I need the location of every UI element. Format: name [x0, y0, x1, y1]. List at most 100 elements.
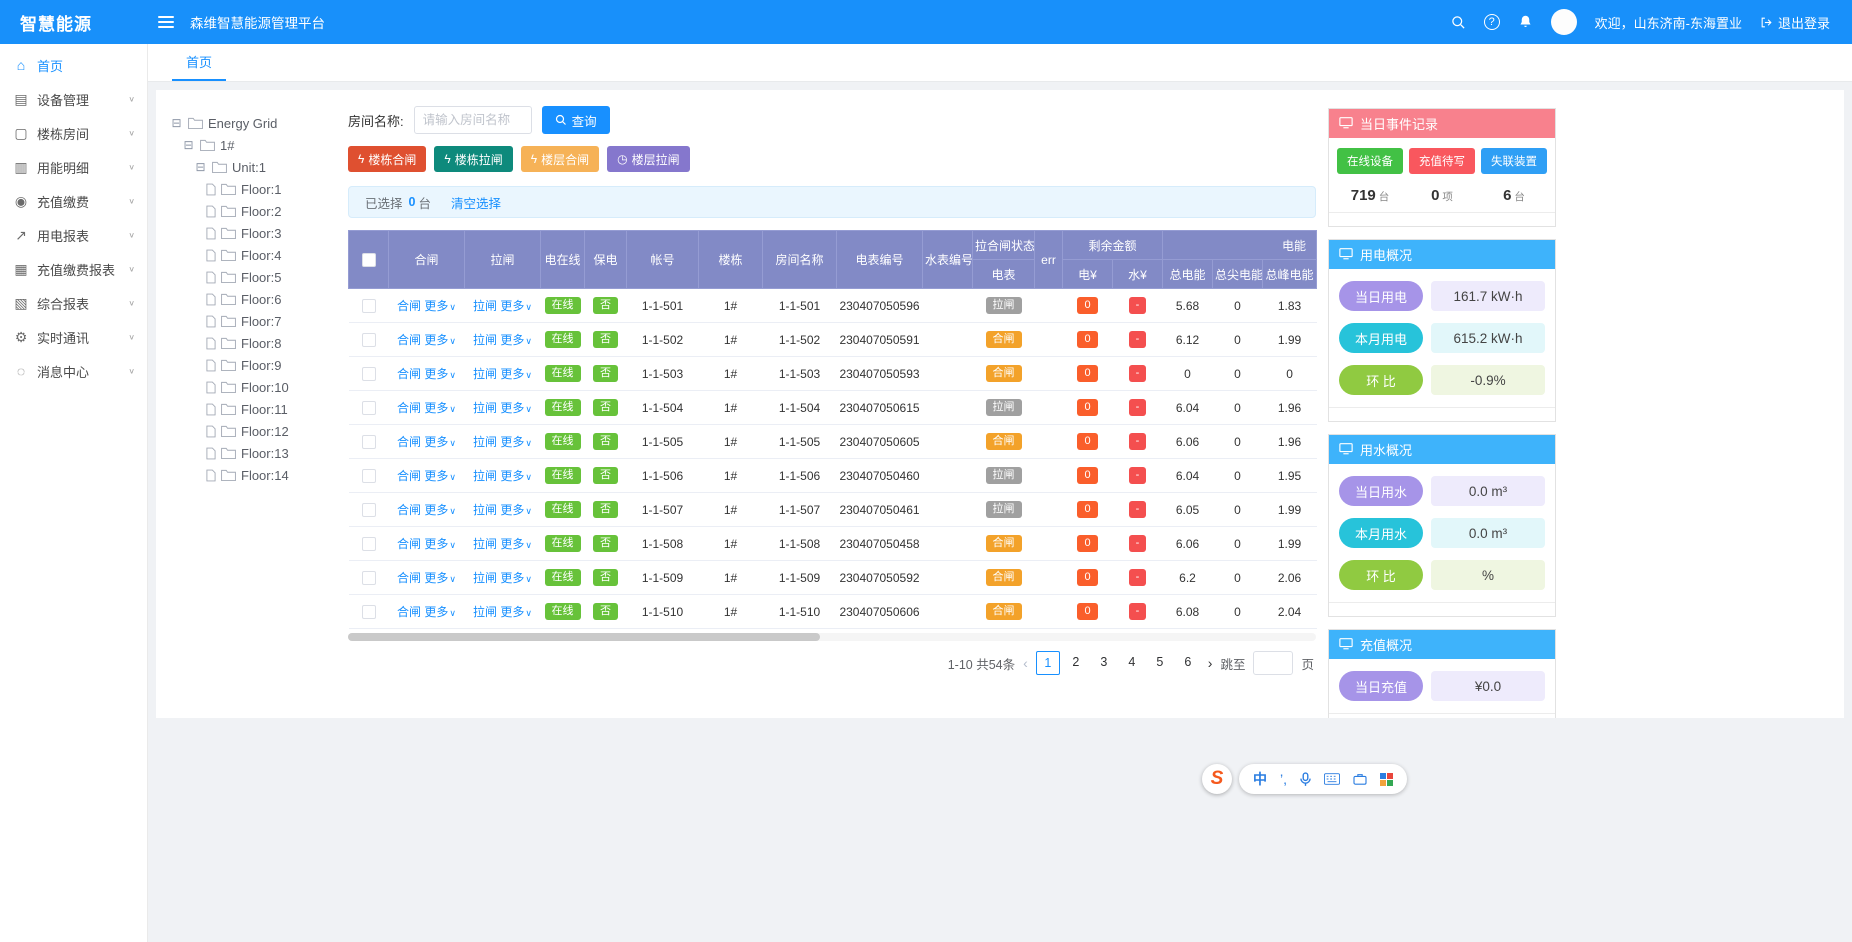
tree-node-floor-13[interactable]: Floor:13 — [170, 442, 348, 464]
sidebar-item-elec-report[interactable]: ↗ 用电报表 ∨ — [0, 218, 147, 252]
row-checkbox[interactable] — [362, 605, 376, 619]
close-action-link[interactable]: 合闸 — [397, 537, 421, 551]
action-button-floor-open[interactable]: ◷ 楼层拉闸 — [607, 146, 690, 172]
open-action-link[interactable]: 拉闸 — [473, 571, 497, 585]
tree-node-unit-1[interactable]: ⊟ Unit:1 — [170, 156, 348, 178]
logout-button[interactable]: 退出登录 — [1760, 13, 1830, 32]
close-action-link[interactable]: 合闸 — [397, 503, 421, 517]
close-more-link[interactable]: 更多 — [424, 469, 456, 483]
close-more-link[interactable]: 更多 — [424, 367, 456, 381]
close-more-link[interactable]: 更多 — [424, 571, 456, 585]
close-more-link[interactable]: 更多 — [424, 605, 456, 619]
tree-node-floor-5[interactable]: Floor:5 — [170, 266, 348, 288]
page-button-5[interactable]: 5 — [1148, 651, 1172, 675]
ime-punctuation-toggle[interactable]: ’, — [1280, 771, 1287, 787]
clear-selection-link[interactable]: 清空选择 — [451, 193, 501, 212]
page-button-6[interactable]: 6 — [1176, 651, 1200, 675]
open-more-link[interactable]: 更多 — [500, 605, 532, 619]
microphone-icon[interactable] — [1300, 772, 1311, 787]
sidebar-item-realtime[interactable]: ⚙ 实时通讯 ∨ — [0, 320, 147, 354]
open-more-link[interactable]: 更多 — [500, 571, 532, 585]
open-more-link[interactable]: 更多 — [500, 537, 532, 551]
horizontal-scrollbar-thumb[interactable] — [348, 633, 820, 641]
open-action-link[interactable]: 拉闸 — [473, 299, 497, 313]
row-checkbox[interactable] — [362, 435, 376, 449]
close-more-link[interactable]: 更多 — [424, 435, 456, 449]
tree-node-building-1[interactable]: ⊟ 1# — [170, 134, 348, 156]
open-action-link[interactable]: 拉闸 — [473, 401, 497, 415]
page-button-4[interactable]: 4 — [1120, 651, 1144, 675]
close-action-link[interactable]: 合闸 — [397, 571, 421, 585]
sidebar-item-recharge[interactable]: ◉ 充值缴费 ∨ — [0, 184, 147, 218]
select-all-checkbox[interactable] — [362, 253, 376, 267]
close-action-link[interactable]: 合闸 — [397, 401, 421, 415]
open-action-link[interactable]: 拉闸 — [473, 469, 497, 483]
row-checkbox[interactable] — [362, 537, 376, 551]
open-action-link[interactable]: 拉闸 — [473, 537, 497, 551]
tree-node-floor-6[interactable]: Floor:6 — [170, 288, 348, 310]
ime-logo-icon[interactable]: S — [1202, 764, 1232, 794]
tree-node-floor-9[interactable]: Floor:9 — [170, 354, 348, 376]
tree-node-floor-12[interactable]: Floor:12 — [170, 420, 348, 442]
search-button[interactable]: 查询 — [542, 106, 610, 134]
page-button-1[interactable]: 1 — [1036, 651, 1060, 675]
tree-node-floor-4[interactable]: Floor:4 — [170, 244, 348, 266]
collapse-icon[interactable]: ⊟ — [194, 160, 207, 174]
close-more-link[interactable]: 更多 — [424, 503, 456, 517]
tree-node-floor-14[interactable]: Floor:14 — [170, 464, 348, 486]
search-icon[interactable] — [1451, 15, 1466, 30]
avatar[interactable] — [1551, 9, 1577, 35]
close-action-link[interactable]: 合闸 — [397, 367, 421, 381]
sidebar-item-summary-report[interactable]: ▧ 综合报表 ∨ — [0, 286, 147, 320]
tree-node-floor-3[interactable]: Floor:3 — [170, 222, 348, 244]
action-button-floor-close[interactable]: ϟ 楼层合闸 — [521, 146, 599, 172]
help-icon[interactable]: ? — [1484, 14, 1500, 30]
open-action-link[interactable]: 拉闸 — [473, 435, 497, 449]
open-action-link[interactable]: 拉闸 — [473, 367, 497, 381]
open-action-link[interactable]: 拉闸 — [473, 605, 497, 619]
close-more-link[interactable]: 更多 — [424, 333, 456, 347]
action-button-building-open[interactable]: ϟ 楼栋拉闸 — [434, 146, 512, 172]
row-checkbox[interactable] — [362, 469, 376, 483]
close-action-link[interactable]: 合闸 — [397, 299, 421, 313]
tree-node-floor-7[interactable]: Floor:7 — [170, 310, 348, 332]
sidebar-item-home[interactable]: ⌂ 首页 ∨ — [0, 48, 147, 82]
row-checkbox[interactable] — [362, 367, 376, 381]
sidebar-item-device[interactable]: ▤ 设备管理 ∨ — [0, 82, 147, 116]
open-more-link[interactable]: 更多 — [500, 299, 532, 313]
row-checkbox[interactable] — [362, 571, 376, 585]
sidebar-item-recharge-report[interactable]: ▦ 充值缴费报表 ∨ — [0, 252, 147, 286]
action-button-building-close[interactable]: ϟ 楼栋合闸 — [348, 146, 426, 172]
close-action-link[interactable]: 合闸 — [397, 469, 421, 483]
next-page-button[interactable]: › — [1208, 655, 1213, 671]
tree-node-floor-8[interactable]: Floor:8 — [170, 332, 348, 354]
sidebar-item-message[interactable]: ◌ 消息中心 ∨ — [0, 354, 147, 388]
page-button-3[interactable]: 3 — [1092, 651, 1116, 675]
tree-node-floor-2[interactable]: Floor:2 — [170, 200, 348, 222]
sidebar-collapse-icon[interactable] — [158, 16, 174, 28]
close-action-link[interactable]: 合闸 — [397, 605, 421, 619]
open-more-link[interactable]: 更多 — [500, 503, 532, 517]
app-grid-icon[interactable] — [1380, 773, 1393, 786]
tab-home[interactable]: 首页 — [172, 43, 226, 81]
close-more-link[interactable]: 更多 — [424, 537, 456, 551]
sidebar-item-energy-detail[interactable]: ▥ 用能明细 ∨ — [0, 150, 147, 184]
row-checkbox[interactable] — [362, 299, 376, 313]
tree-node-floor-10[interactable]: Floor:10 — [170, 376, 348, 398]
open-action-link[interactable]: 拉闸 — [473, 503, 497, 517]
room-name-input[interactable] — [414, 106, 532, 134]
row-checkbox[interactable] — [362, 503, 376, 517]
tree-node-floor-11[interactable]: Floor:11 — [170, 398, 348, 420]
bell-icon[interactable] — [1518, 14, 1533, 30]
close-more-link[interactable]: 更多 — [424, 299, 456, 313]
collapse-icon[interactable]: ⊟ — [170, 116, 183, 130]
jump-page-input[interactable] — [1253, 651, 1293, 675]
row-checkbox[interactable] — [362, 333, 376, 347]
close-action-link[interactable]: 合闸 — [397, 333, 421, 347]
keyboard-icon[interactable] — [1324, 773, 1340, 785]
tree-node-energy-grid[interactable]: ⊟ Energy Grid — [170, 112, 348, 134]
close-more-link[interactable]: 更多 — [424, 401, 456, 415]
tree-node-floor-1[interactable]: Floor:1 — [170, 178, 348, 200]
sidebar-item-building[interactable]: ▢ 楼栋房间 ∨ — [0, 116, 147, 150]
page-button-2[interactable]: 2 — [1064, 651, 1088, 675]
